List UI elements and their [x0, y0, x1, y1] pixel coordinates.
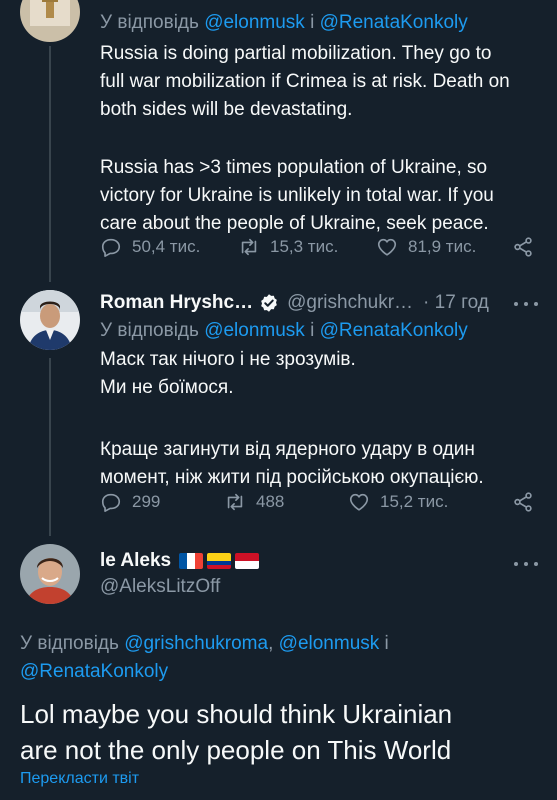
- tweet-text-line: victory for Ukraine is unlikely in total…: [100, 185, 494, 206]
- translate-tweet-link[interactable]: Перекласти твіт: [20, 770, 139, 788]
- timestamp[interactable]: · 17 год: [423, 292, 489, 314]
- share-icon: [514, 237, 532, 257]
- retweet-icon: [241, 238, 257, 256]
- reply-to-line: У відповідь @elonmusk і @RenataKonkoly: [100, 12, 468, 34]
- flag-id: [235, 553, 260, 569]
- reply-joiner: і: [304, 320, 320, 341]
- tweet-text-line: both sides will be devastating.: [100, 99, 353, 120]
- mention-renatakonkoly[interactable]: @RenataKonkoly: [320, 12, 468, 33]
- reply-icon: [101, 238, 121, 257]
- share-button[interactable]: [512, 234, 544, 260]
- like-icon: [349, 493, 369, 511]
- reply-prefix: У відповідь: [100, 12, 205, 33]
- mention-elonmusk[interactable]: @elonmusk: [279, 633, 380, 654]
- reply-count: 299: [132, 492, 161, 511]
- reply-prefix: У відповідь: [100, 320, 205, 341]
- more-icon[interactable]: [514, 294, 538, 314]
- retweet-count: 15,3 тис.: [270, 237, 339, 256]
- reply-button[interactable]: 299: [100, 489, 160, 515]
- like-button[interactable]: 15,2 тис.: [348, 489, 448, 515]
- more-icon[interactable]: [514, 554, 538, 574]
- like-icon: [377, 238, 397, 256]
- reply-to-line-2: @RenataKonkoly: [20, 658, 168, 686]
- retweet-button[interactable]: 488: [224, 489, 284, 515]
- tweet-text-line: Маск так нічого і не зрозумів.: [100, 349, 356, 370]
- tweet-text-line: Lol maybe you should think Ukrainian: [20, 699, 453, 729]
- handle[interactable]: @AleksLitzOff: [100, 576, 220, 598]
- retweet-button[interactable]: 15,3 тис.: [238, 234, 338, 260]
- tweet-text: Russia is doing partial mobilization. Th…: [100, 40, 550, 238]
- tweet-text-line: [100, 124, 550, 152]
- reply-prefix: У відповідь: [20, 633, 125, 654]
- tweet-text-line: Russia is doing partial mobilization. Th…: [100, 43, 492, 64]
- share-button[interactable]: [512, 489, 544, 515]
- tweet-elonmusk[interactable]: У відповідь @elonmusk і @RenataKonkoly R…: [0, 0, 557, 282]
- tweet-text: Маск так нічого і не зрозумів. Ми не бої…: [100, 346, 550, 492]
- tweet-text: Lol maybe you should think Ukrainian are…: [20, 696, 550, 768]
- reply-icon: [101, 493, 121, 512]
- retweet-count: 488: [256, 492, 285, 511]
- mention-elonmusk[interactable]: @elonmusk: [204, 12, 305, 33]
- reply-to-line: У відповідь @grishchukroma, @elonmusk і: [20, 630, 389, 658]
- reply-joiner: і: [379, 633, 389, 654]
- tweet-text-line: Ми не боїмося.: [100, 377, 234, 398]
- avatar-roman[interactable]: [20, 290, 80, 350]
- reply-sep: ,: [268, 633, 279, 654]
- avatar-aleks[interactable]: [20, 544, 80, 604]
- tweet-aleks: le Aleks @AleksLitzOff У відповідь @gris…: [0, 536, 557, 800]
- flag-fr: [179, 553, 204, 569]
- handle-row: @AleksLitzOff: [100, 576, 220, 598]
- tweet-roman[interactable]: Roman Hryshc… @grishchukr… · 17 год У ві…: [0, 282, 557, 536]
- tweet-text-line: момент, ніж жити під російською окупаціє…: [100, 467, 484, 488]
- display-name[interactable]: le Aleks: [100, 550, 171, 572]
- thread-line: [49, 358, 51, 536]
- tweet-header: le Aleks: [100, 550, 260, 572]
- avatar-elonmusk[interactable]: [20, 0, 80, 42]
- mention-renatakonkoly[interactable]: @RenataKonkoly: [320, 320, 468, 341]
- tweet-actions: 299 488 15,2 тис.: [100, 489, 540, 515]
- reply-to-line: У відповідь @elonmusk і @RenataKonkoly: [100, 320, 468, 342]
- verified-badge-icon: [261, 294, 277, 312]
- like-count: 81,9 тис.: [408, 237, 477, 256]
- reply-joiner: і: [304, 12, 320, 33]
- tweet-header: Roman Hryshc… @grishchukr… · 17 год: [100, 292, 489, 314]
- tweet-text-line: Russia has >3 times population of Ukrain…: [100, 157, 488, 178]
- retweet-icon: [227, 493, 243, 511]
- share-icon: [514, 492, 532, 512]
- thread-line: [49, 46, 51, 282]
- reply-button[interactable]: 50,4 тис.: [100, 234, 200, 260]
- like-button[interactable]: 81,9 тис.: [376, 234, 476, 260]
- like-count: 15,2 тис.: [380, 492, 449, 511]
- mention-elonmusk[interactable]: @elonmusk: [204, 320, 305, 341]
- handle[interactable]: @grishchukr…: [287, 292, 413, 314]
- tweet-actions: 50,4 тис. 15,3 тис. 81,9 тис.: [100, 234, 540, 260]
- tweet-text-line: are not the only people on This World: [20, 735, 452, 765]
- tweet-text-line: Краще загинути від ядерного удару в один: [100, 439, 475, 460]
- flag-co: [207, 553, 232, 569]
- mention-grishchukroma[interactable]: @grishchukroma: [124, 633, 268, 654]
- tweet-text-line: [100, 402, 550, 430]
- tweet-text-line: full war mobilization if Crimea is at ri…: [100, 71, 510, 92]
- mention-renatakonkoly[interactable]: @RenataKonkoly: [20, 661, 168, 682]
- reply-count: 50,4 тис.: [132, 237, 201, 256]
- display-name[interactable]: Roman Hryshc…: [100, 292, 253, 314]
